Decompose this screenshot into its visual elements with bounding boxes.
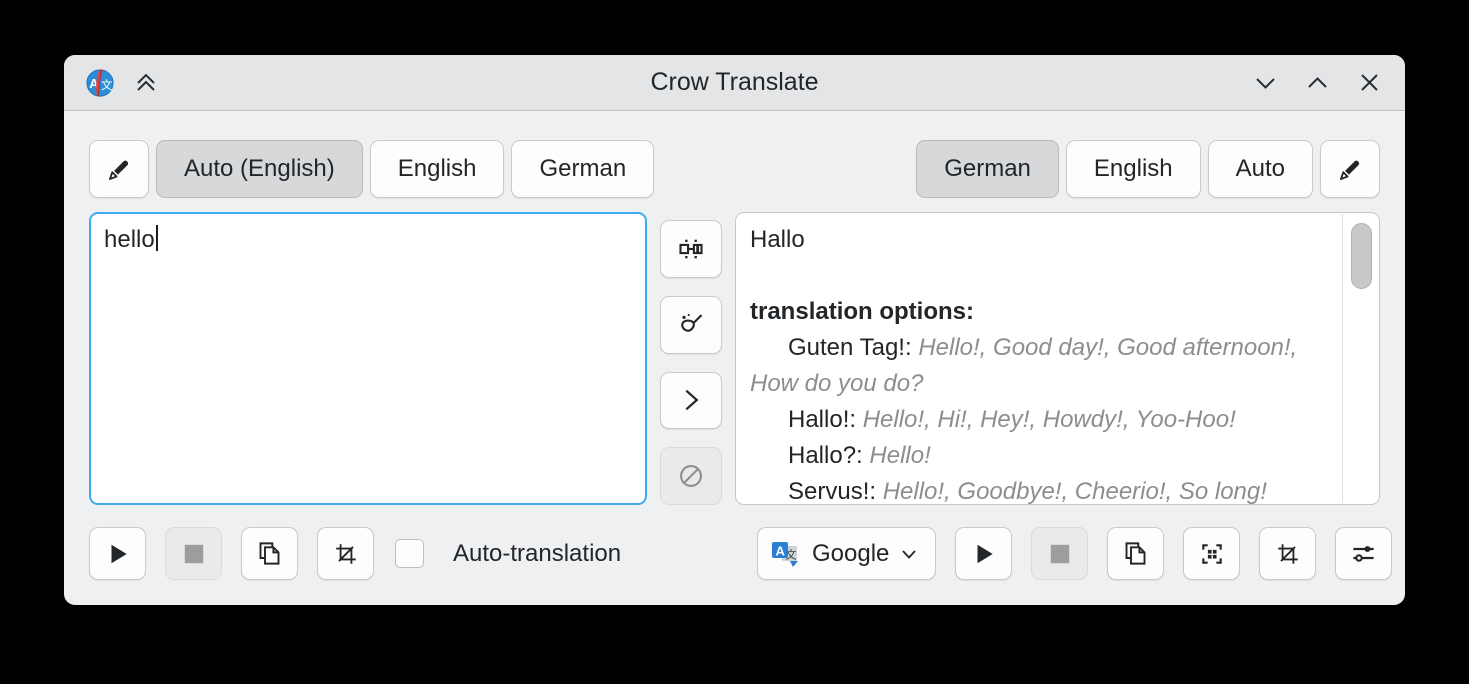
copy-translation-button[interactable] xyxy=(1107,527,1164,580)
close-button[interactable] xyxy=(1355,69,1383,97)
source-lang-auto-button[interactable]: Auto (English) xyxy=(156,140,363,198)
window-title: Crow Translate xyxy=(64,68,1405,97)
translation-option: Servus!: Hello!, Goodbye!, Cheerio!, So … xyxy=(750,474,1333,505)
svg-text:A: A xyxy=(776,543,786,558)
scrollbar-thumb[interactable] xyxy=(1351,223,1372,289)
copy-source-button[interactable] xyxy=(241,527,298,580)
engine-selector-dropdown[interactable]: 文 A Google xyxy=(757,527,936,580)
translation-option: Guten Tag!: Hello!, Good day!, Good afte… xyxy=(750,330,1333,402)
maximize-button[interactable] xyxy=(1303,69,1331,97)
speak-source-button[interactable] xyxy=(89,527,146,580)
edit-source-languages-button[interactable] xyxy=(89,140,149,198)
ocr-translate-button[interactable] xyxy=(1259,527,1316,580)
scrollbar-track-separator xyxy=(1342,214,1343,503)
text-cursor xyxy=(156,225,158,251)
stop-translation-speech-button xyxy=(1031,527,1088,580)
auto-translation-label: Auto-translation xyxy=(453,540,621,568)
source-lang-german-button[interactable]: German xyxy=(511,140,654,198)
engine-label: Google xyxy=(812,540,889,568)
auto-translation-checkbox[interactable] xyxy=(395,539,424,568)
target-lang-german-button[interactable]: German xyxy=(916,140,1059,198)
clear-text-button[interactable] xyxy=(660,296,722,354)
translation-options-header: translation options: xyxy=(750,294,1333,330)
google-translate-icon: 文 A xyxy=(768,537,802,571)
translation-output[interactable]: Hallo translation options: Guten Tag!: H… xyxy=(735,212,1380,505)
target-lang-english-button[interactable]: English xyxy=(1066,140,1201,198)
target-lang-auto-button[interactable]: Auto xyxy=(1208,140,1313,198)
translation-option: Hallo!: Hello!, Hi!, Hey!, Howdy!, Yoo-H… xyxy=(750,402,1333,438)
speak-translation-button[interactable] xyxy=(955,527,1012,580)
app-window: A 文 Crow Translate xyxy=(64,55,1405,605)
chevron-down-icon xyxy=(899,544,919,564)
show-translation-window-button[interactable] xyxy=(1183,527,1240,580)
edit-target-languages-button[interactable] xyxy=(1320,140,1380,198)
keep-above-icon[interactable] xyxy=(132,69,160,97)
stop-source-speech-button xyxy=(165,527,222,580)
svg-text:文: 文 xyxy=(101,77,113,91)
titlebar[interactable]: A 文 Crow Translate xyxy=(64,55,1405,111)
settings-button[interactable] xyxy=(1335,527,1392,580)
translation-option: Hallo?: Hello! xyxy=(750,438,1333,474)
ocr-source-button[interactable] xyxy=(317,527,374,580)
minimize-button[interactable] xyxy=(1251,69,1279,97)
app-logo-icon[interactable]: A 文 xyxy=(86,69,114,97)
source-text-input[interactable]: hello xyxy=(89,212,647,505)
translation-text: Hallo xyxy=(750,222,1333,258)
cancel-translation-button xyxy=(660,447,722,505)
source-text: hello xyxy=(104,226,155,253)
swap-languages-button[interactable] xyxy=(660,220,722,278)
source-lang-english-button[interactable]: English xyxy=(370,140,505,198)
copy-source-to-translation-button[interactable] xyxy=(660,372,722,430)
